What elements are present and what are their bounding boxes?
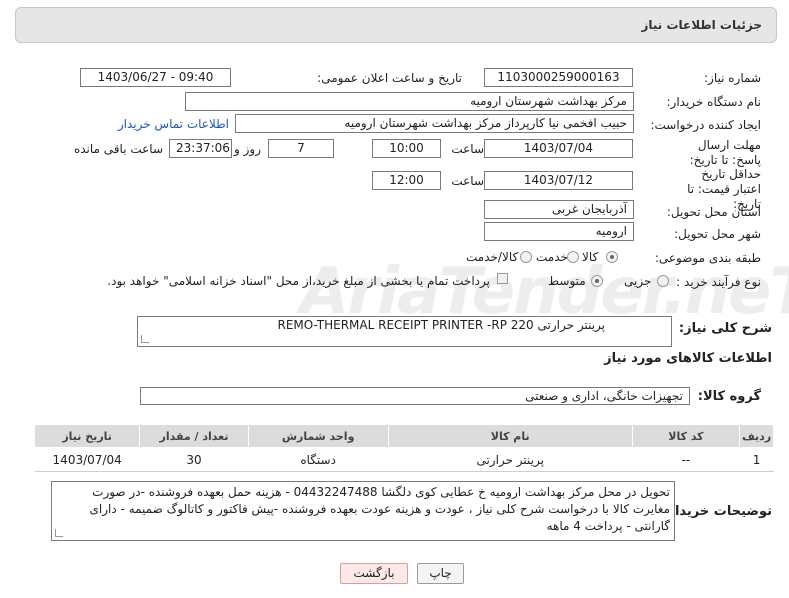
col-date: تاریخ نیاز: [33, 424, 141, 448]
requester-field[interactable]: حبیب افخمی نیا کارپرداز مرکز بهداشت شهرس…: [235, 114, 634, 133]
province-label: استان محل تحویل:: [666, 205, 761, 219]
treasury-payment-checkbox[interactable]: [497, 273, 508, 284]
category-label: طبقه بندی موضوعی:: [654, 251, 761, 265]
category-option-service: خدمت: [536, 250, 568, 264]
col-name: نام کالا: [387, 424, 633, 448]
table-row[interactable]: 1 -- پرینتر حرارتی دستگاه 30 1403/07/04: [34, 447, 774, 472]
header-panel: جزئیات اطلاعات نیاز: [15, 7, 777, 43]
cell-qty: 30: [139, 447, 249, 472]
announce-label: تاریخ و ساعت اعلان عمومی:: [317, 71, 462, 85]
buyer-org-label: نام دستگاه خریدار:: [666, 95, 762, 109]
validity-time-field[interactable]: 12:00: [372, 171, 441, 190]
city-field[interactable]: ارومیه: [484, 222, 634, 241]
process-option-minor: جزیی: [624, 274, 652, 288]
need-number-field[interactable]: 1103000259000163: [484, 68, 633, 87]
deadline-time-field[interactable]: 10:00: [372, 139, 441, 158]
col-row: ردیف: [739, 424, 774, 448]
page-title: جزئیات اطلاعات نیاز: [641, 18, 762, 32]
category-radio-both[interactable]: [520, 251, 532, 263]
col-unit: واحد شمارش: [247, 424, 389, 448]
items-table: ردیف کد کالا نام کالا واحد شمارش تعداد /…: [33, 424, 774, 472]
cell-unit: دستگاه: [248, 447, 389, 472]
remaining-time-field[interactable]: 23:37:06: [169, 139, 232, 158]
buyer-notes-label: توضیحات خریدار:: [662, 504, 772, 519]
resize-handle-icon[interactable]: [55, 529, 63, 537]
process-label: نوع فرآیند خرید :: [676, 275, 761, 289]
resize-handle-icon[interactable]: [141, 335, 149, 343]
validity-time-label: ساعت: [451, 174, 484, 188]
deadline-time-label: ساعت: [451, 142, 484, 156]
cell-row: 1: [739, 447, 774, 472]
category-option-goods: کالا: [582, 250, 599, 264]
announce-field[interactable]: 1403/06/27 - 09:40: [80, 68, 231, 87]
back-button[interactable]: بازگشت: [340, 563, 408, 584]
goods-group-field[interactable]: تجهیزات خانگی، اداری و صنعتی: [140, 387, 690, 405]
goods-info-title: اطلاعات کالاهای مورد نیاز: [604, 351, 772, 366]
process-radio-medium[interactable]: [591, 275, 603, 287]
print-button[interactable]: چاپ: [417, 563, 464, 584]
category-radio-goods[interactable]: [606, 251, 618, 263]
process-radio-minor[interactable]: [657, 275, 669, 287]
summary-text: پرینتر حرارتی REMO-THERMAL RECEIPT PRINT…: [277, 318, 605, 332]
days-label: روز و: [234, 142, 261, 156]
category-option-both: کالا/خدمت: [466, 250, 519, 264]
buyer-contact-link[interactable]: اطلاعات تماس خریدار: [118, 117, 229, 131]
process-option-medium: متوسط: [548, 274, 586, 288]
buyer-org-field[interactable]: مرکز بهداشت شهرستان ارومیه: [185, 92, 634, 111]
days-field[interactable]: 7: [268, 139, 334, 158]
items-table-header: ردیف کد کالا نام کالا واحد شمارش تعداد /…: [33, 424, 774, 448]
need-number-label: شماره نیاز:: [704, 71, 761, 85]
validity-date-field[interactable]: 1403/07/12: [484, 171, 633, 190]
buyer-notes-text: تحویل در محل مرکز بهداشت ارومیه خ عطایی …: [89, 485, 670, 533]
cell-code: --: [632, 447, 740, 472]
category-radio-service[interactable]: [567, 251, 579, 263]
deadline-date-field[interactable]: 1403/07/04: [484, 139, 633, 158]
province-field[interactable]: آذربایجان غربی: [484, 200, 634, 219]
goods-group-label: گروه کالا:: [697, 389, 761, 404]
deadline-label: مهلت ارسال پاسخ: تا تاریخ:: [689, 138, 761, 167]
col-qty: تعداد / مقدار: [139, 424, 249, 448]
buyer-notes-field[interactable]: تحویل در محل مرکز بهداشت ارومیه خ عطایی …: [51, 481, 675, 541]
summary-field[interactable]: پرینتر حرارتی REMO-THERMAL RECEIPT PRINT…: [137, 316, 672, 347]
treasury-payment-note: پرداخت تمام یا بخشی از مبلغ خرید،از محل …: [107, 274, 490, 288]
remaining-label: ساعت باقی مانده: [73, 142, 163, 156]
summary-label: شرح کلی نیاز:: [678, 321, 772, 336]
cell-date: 1403/07/04: [34, 447, 140, 472]
city-label: شهر محل تحویل:: [674, 227, 761, 241]
requester-label: ایجاد کننده درخواست:: [650, 118, 761, 132]
col-code: کد کالا: [631, 424, 741, 448]
cell-name: پرینتر حرارتی: [388, 447, 633, 472]
